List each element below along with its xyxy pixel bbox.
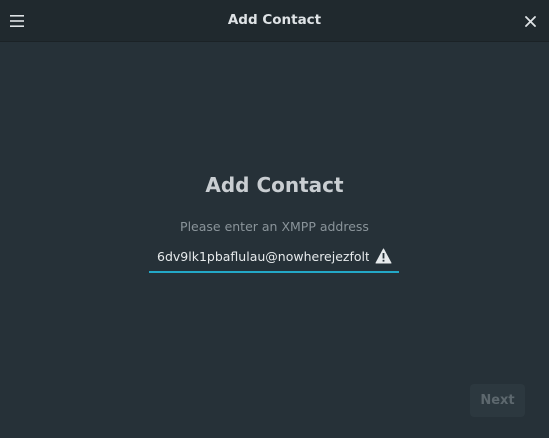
address-prompt-label: Please enter an XMPP address <box>180 219 369 234</box>
warning-triangle-icon <box>375 248 392 264</box>
header-bar: Add Contact <box>0 0 549 42</box>
xmpp-address-value[interactable]: 6dv9lk1pbaflulau@nowherejezfoltodf4 <box>157 249 369 267</box>
xmpp-address-input[interactable]: 6dv9lk1pbaflulau@nowherejezfoltodf4 <box>149 243 399 273</box>
next-button[interactable]: Next <box>470 384 525 417</box>
page-heading: Add Contact <box>205 173 344 197</box>
window-title: Add Contact <box>227 12 322 28</box>
close-icon <box>524 15 536 27</box>
add-contact-window: Add Contact Add Contact Please enter an … <box>0 0 549 438</box>
close-button[interactable] <box>517 8 543 34</box>
